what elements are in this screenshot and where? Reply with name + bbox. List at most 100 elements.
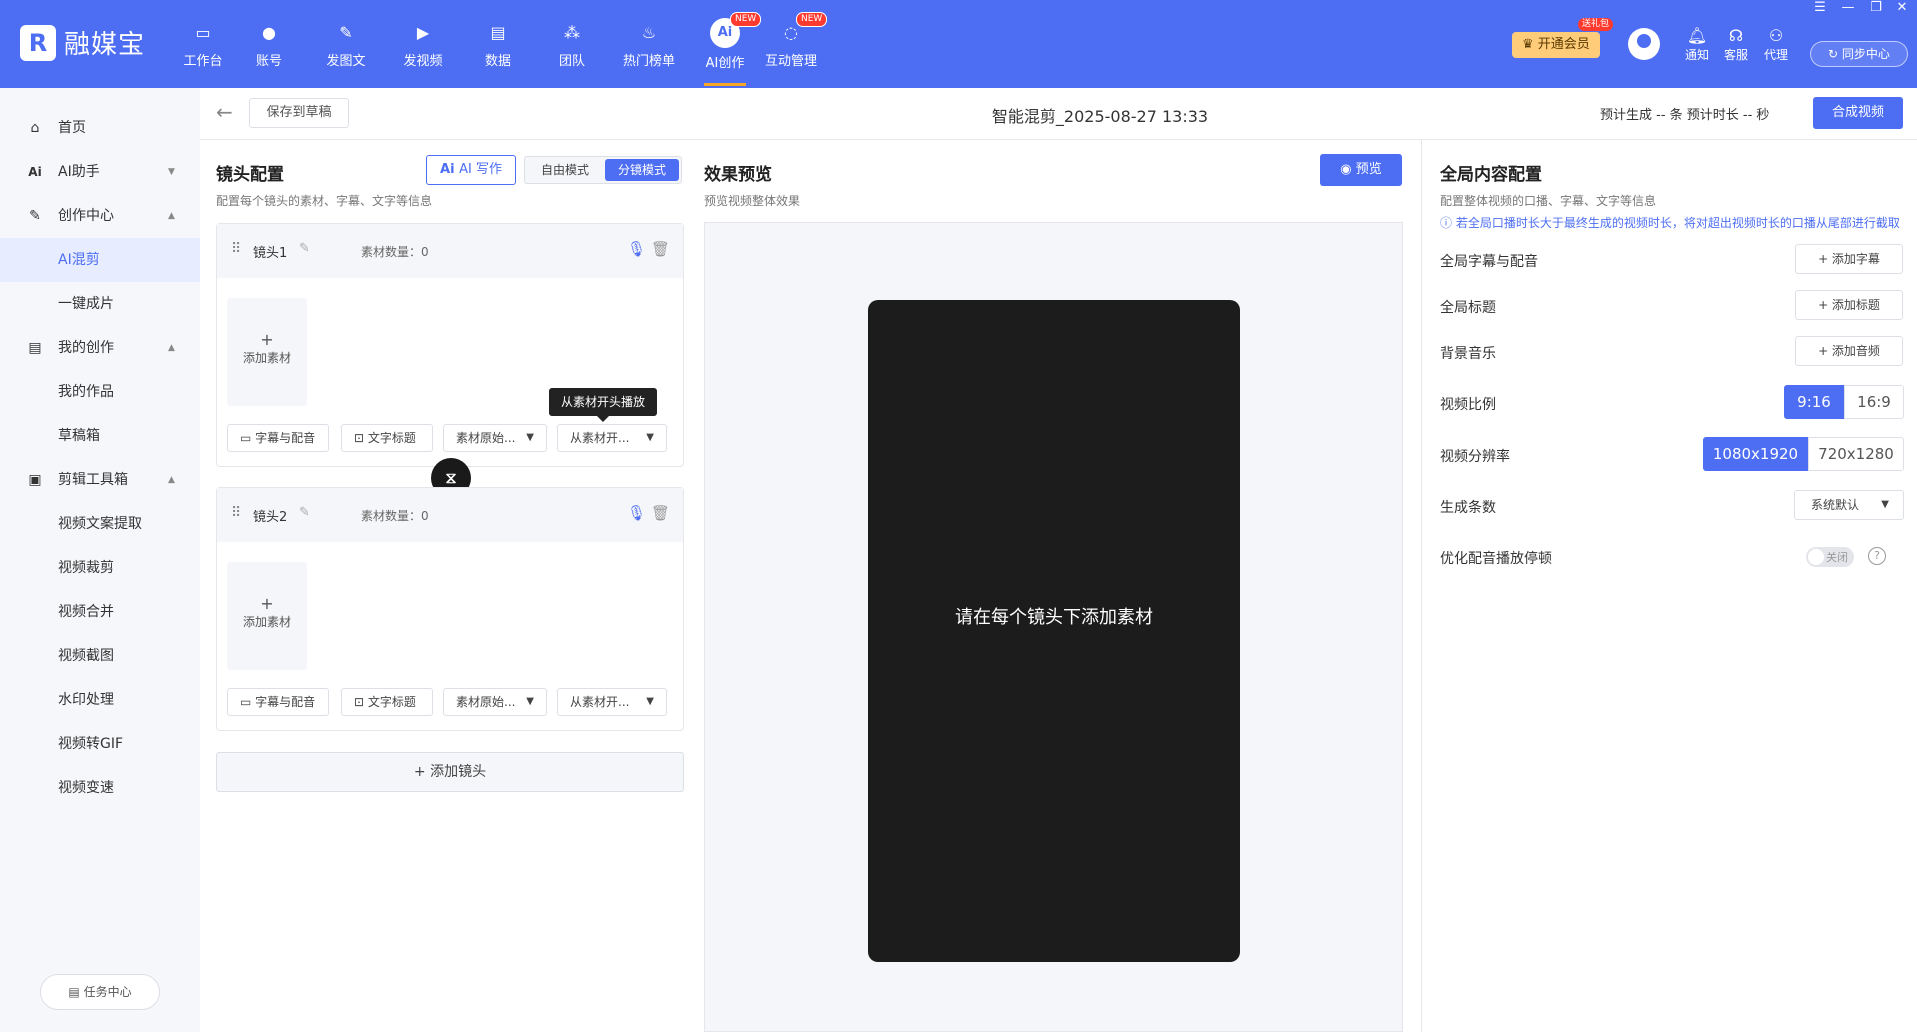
sidebar-item-one-click[interactable]: 一键成片 — [0, 282, 200, 326]
preview-button[interactable]: ◉ 预览 — [1320, 154, 1402, 186]
sidebar-item-merge[interactable]: 视频合并 — [0, 590, 200, 634]
shot-header: ⠿ 镜头1 ✎ 素材数量：0 🎙︎ 🗑︎ — [217, 224, 683, 278]
top-navbar: R 融媒宝 ▭ 工作台 ● 账号 ✎ 发图文 ▶ 发视频 ▤ 数据 ⁂ 团队 ♨… — [0, 0, 1917, 88]
drag-handle-icon[interactable]: ⠿ — [231, 241, 241, 257]
nav-interaction[interactable]: ◌ 互动管理 NEW — [756, 12, 828, 88]
nav-ai-create[interactable]: Ai AI创作 NEW — [690, 12, 762, 88]
nav-account[interactable]: ● 账号 — [234, 18, 304, 88]
toolbox-icon: ▣ — [28, 472, 42, 488]
vip-button[interactable]: ♛ 开通会员 — [1512, 32, 1600, 58]
material-original-select[interactable]: 素材原始... ▼ — [443, 424, 547, 452]
sidebar-item-label: 视频裁剪 — [58, 560, 114, 576]
chevron-up-icon: ▲ — [168, 475, 175, 485]
generate-count-label: 生成条数 — [1440, 500, 1496, 516]
restore-icon[interactable]: ❐ — [1864, 0, 1888, 15]
material-original-select[interactable]: 素材原始... ▼ — [443, 688, 547, 716]
chevron-down-icon: ▼ — [1881, 499, 1889, 510]
task-center-button[interactable]: ▤ 任务中心 — [40, 974, 160, 1010]
avatar[interactable] — [1628, 28, 1660, 60]
text-title-button[interactable]: ⊡ 文字标题 — [341, 424, 433, 452]
nav-label: AI创作 — [705, 56, 745, 71]
add-shot-button[interactable]: + 添加镜头 — [216, 752, 684, 792]
edit-icon[interactable]: ✎ — [299, 241, 310, 256]
sidebar-item-speed[interactable]: 视频变速 — [0, 766, 200, 810]
add-title-button[interactable]: + 添加标题 — [1795, 290, 1903, 320]
chevron-up-icon: ▲ — [168, 343, 175, 353]
add-material-button[interactable]: + 添加素材 — [227, 298, 307, 406]
nav-workbench[interactable]: ▭ 工作台 — [168, 18, 238, 88]
playback-start-select[interactable]: 从素材开... ▼ — [557, 688, 667, 716]
microphone-icon[interactable]: 🎙︎ — [627, 240, 646, 258]
sidebar-item-screenshot[interactable]: 视频截图 — [0, 634, 200, 678]
sidebar-item-home[interactable]: ⌂ 首页 — [0, 106, 200, 150]
sidebar-item-ai-assistant[interactable]: Ai AI助手 ▼ — [0, 150, 200, 194]
menu-icon[interactable]: ☰ — [1808, 0, 1832, 15]
nav-team[interactable]: ⁂ 团队 — [537, 18, 607, 88]
tool-label: 客服 — [1723, 48, 1748, 62]
ratio-option-9-16[interactable]: 9:16 — [1784, 385, 1844, 419]
sidebar-item-text-extract[interactable]: 视频文案提取 — [0, 502, 200, 546]
sidebar-item-to-gif[interactable]: 视频转GIF — [0, 722, 200, 766]
nav-post-video[interactable]: ▶ 发视频 — [388, 18, 458, 88]
minimize-icon[interactable]: — — [1836, 0, 1860, 15]
mode-toggle: 自由模式 分镜模式 — [524, 156, 682, 184]
agent-button[interactable]: ⚇ 代理 — [1756, 26, 1796, 63]
sync-center-button[interactable]: ↻ 同步中心 — [1810, 41, 1908, 67]
logo-mark: R — [20, 24, 56, 61]
text-title-button[interactable]: ⊡ 文字标题 — [341, 688, 433, 716]
global-config-title: 全局内容配置 — [1440, 165, 1542, 185]
notifications-button[interactable]: 🔔︎ 通知 — [1677, 26, 1717, 63]
ai-write-button[interactable]: Ai AI 写作 — [426, 155, 516, 185]
optimize-pause-toggle[interactable]: 关闭 — [1806, 547, 1854, 567]
shot-name: 镜头1 — [253, 246, 288, 261]
video-ratio-label: 视频比例 — [1440, 397, 1496, 413]
sidebar-item-toolbox[interactable]: ▣ 剪辑工具箱 ▲ — [0, 458, 200, 502]
save-draft-button[interactable]: 保存到草稿 — [249, 98, 349, 128]
add-audio-button[interactable]: + 添加音频 — [1795, 336, 1903, 366]
sidebar-item-crop[interactable]: 视频裁剪 — [0, 546, 200, 590]
sidebar-item-creation-center[interactable]: ✎ 创作中心 ▲ — [0, 194, 200, 238]
toggle-knob — [1808, 549, 1824, 565]
add-material-button[interactable]: + 添加素材 — [227, 562, 307, 670]
sidebar-item-label: AI混剪 — [58, 252, 100, 268]
compose-video-button[interactable]: 合成视频 — [1813, 97, 1903, 129]
help-icon[interactable]: ? — [1868, 547, 1886, 565]
customer-service-button[interactable]: ☊ 客服 — [1716, 26, 1756, 63]
app-logo[interactable]: R 融媒宝 — [20, 24, 145, 61]
close-icon[interactable]: ✕ — [1890, 0, 1914, 15]
microphone-icon[interactable]: 🎙︎ — [627, 504, 646, 522]
nav-hot-list[interactable]: ♨ 热门榜单 — [614, 18, 684, 88]
add-material-label: 添加素材 — [242, 615, 291, 629]
drag-handle-icon[interactable]: ⠿ — [231, 505, 241, 521]
ratio-option-16-9[interactable]: 16:9 — [1844, 385, 1904, 419]
nav-post-article[interactable]: ✎ 发图文 — [311, 18, 381, 88]
sidebar-item-drafts[interactable]: 草稿箱 — [0, 414, 200, 458]
subtitle-dubbing-button[interactable]: ▭ 字幕与配音 — [227, 424, 329, 452]
generate-count-select[interactable]: 系统默认 ▼ — [1794, 490, 1904, 520]
preview-subtitle: 预览视频整体效果 — [704, 194, 801, 208]
agent-icon: ⚇ — [1768, 26, 1784, 45]
playback-start-select[interactable]: 从素材开... ▼ — [557, 424, 667, 452]
free-mode-tab[interactable]: 自由模式 — [527, 159, 603, 181]
sidebar-item-label: 一键成片 — [58, 296, 114, 312]
sidebar-item-watermark[interactable]: 水印处理 — [0, 678, 200, 722]
resolution-option-720[interactable]: 720x1280 — [1808, 437, 1904, 471]
material-count: 素材数量：0 — [361, 245, 429, 259]
task-list-icon: ▤ — [68, 985, 84, 999]
trash-icon[interactable]: 🗑︎ — [651, 240, 670, 258]
nav-label: 工作台 — [183, 54, 223, 69]
subtitle-dubbing-button[interactable]: ▭ 字幕与配音 — [227, 688, 329, 716]
back-arrow-icon[interactable]: ← — [216, 100, 233, 124]
nav-label: 发图文 — [326, 54, 366, 69]
eye-icon: ◉ — [1340, 162, 1356, 177]
add-subtitle-button[interactable]: + 添加字幕 — [1795, 244, 1903, 274]
resolution-option-1080[interactable]: 1080x1920 — [1703, 437, 1808, 471]
edit-icon[interactable]: ✎ — [299, 505, 310, 520]
sidebar-item-my-creation[interactable]: ▤ 我的创作 ▲ — [0, 326, 200, 370]
trash-icon[interactable]: 🗑︎ — [651, 504, 670, 522]
sidebar-item-ai-mix[interactable]: AI混剪 — [0, 238, 200, 282]
storyboard-mode-tab[interactable]: 分镜模式 — [605, 159, 679, 181]
sidebar-item-my-works[interactable]: 我的作品 — [0, 370, 200, 414]
nav-data[interactable]: ▤ 数据 — [463, 18, 533, 88]
sidebar-item-label: 我的作品 — [58, 384, 114, 400]
